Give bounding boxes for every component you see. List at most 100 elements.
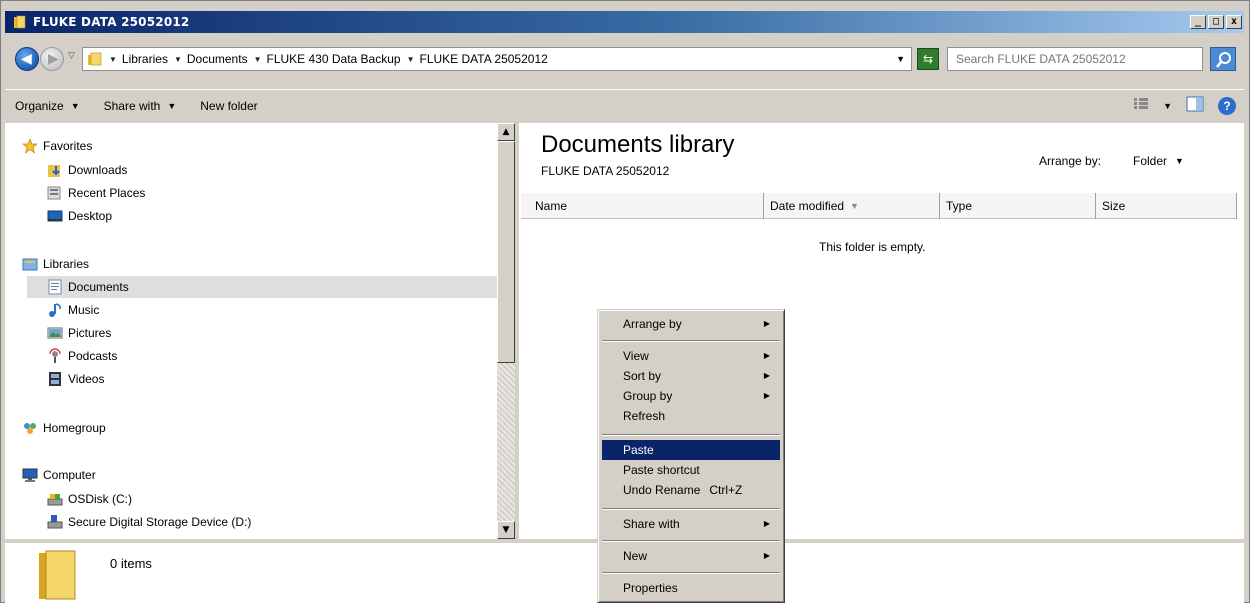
- submenu-arrow-icon: ▶: [763, 351, 770, 360]
- removable-drive-icon: [47, 514, 63, 530]
- close-button[interactable]: x: [1226, 15, 1242, 29]
- chevron-down-icon: ▼: [70, 100, 80, 111]
- nav-computer[interactable]: Computer: [22, 464, 96, 486]
- nav-osdisk[interactable]: OSDisk (C:): [47, 488, 132, 510]
- minimize-button[interactable]: _: [1190, 15, 1206, 29]
- item-count: 0 items: [110, 556, 152, 571]
- navigation-pane: Favorites Downloads Recent Places Deskto…: [5, 123, 497, 539]
- search-icon: [1216, 52, 1231, 68]
- address-bar[interactable]: ▼ Libraries ▼ Documents ▼ FLUKE 430 Data Ba…: [82, 47, 912, 71]
- title-bar[interactable]: FLUKE DATA 25052012 _ □ x: [5, 11, 1244, 33]
- library-title: Documents library: [541, 131, 735, 158]
- nav-libraries[interactable]: Libraries: [22, 253, 89, 275]
- menu-item-refresh[interactable]: Refresh: [602, 406, 780, 426]
- forward-arrow-icon: ▶: [48, 51, 59, 67]
- nav-music[interactable]: Music: [47, 299, 99, 321]
- nav-downloads[interactable]: Downloads: [47, 159, 127, 181]
- column-type[interactable]: Type: [940, 193, 1096, 219]
- chevron-down-icon: ▼: [1175, 156, 1184, 166]
- menu-separator: [602, 540, 780, 542]
- nav-documents[interactable]: Documents: [27, 276, 497, 298]
- videos-icon: [47, 371, 63, 387]
- library-subtitle: FLUKE DATA 25052012: [541, 164, 670, 178]
- preview-pane-icon[interactable]: [1186, 96, 1204, 115]
- menu-item-new[interactable]: New ▶: [602, 546, 780, 566]
- view-options-icon[interactable]: [1133, 97, 1149, 114]
- pictures-icon: [47, 325, 63, 341]
- nav-favorites[interactable]: Favorites: [22, 135, 92, 157]
- nav-homegroup[interactable]: Homegroup: [22, 417, 106, 439]
- organize-menu[interactable]: Organize ▼: [15, 99, 80, 113]
- nav-videos[interactable]: Videos: [47, 368, 104, 390]
- submenu-arrow-icon: ▶: [763, 519, 770, 528]
- scroll-thumb[interactable]: [497, 141, 515, 363]
- sort-descending-icon: ▼: [850, 201, 859, 211]
- refresh-icon: ⇆: [922, 52, 934, 66]
- homegroup-icon: [22, 420, 38, 436]
- chevron-right-icon[interactable]: ▼: [174, 55, 182, 64]
- share-with-menu[interactable]: Share with ▼: [104, 99, 177, 113]
- menu-separator: [602, 508, 780, 510]
- chevron-right-icon[interactable]: ▼: [407, 55, 415, 64]
- breadcrumb-documents[interactable]: ▼ Documents: [174, 52, 248, 66]
- view-options-dropdown[interactable]: ▼: [1163, 101, 1172, 111]
- arrange-by-label: Arrange by:: [1039, 154, 1102, 168]
- nav-podcasts[interactable]: Podcasts: [47, 345, 117, 367]
- column-header: Name Date modified ▼ Type Size: [521, 193, 1237, 219]
- nav-sd-device[interactable]: Secure Digital Storage Device (D:): [47, 511, 251, 533]
- menu-item-paste-shortcut[interactable]: Paste shortcut: [602, 460, 780, 480]
- folder-icon: [37, 549, 77, 604]
- context-menu: Arrange by ▶ View ▶ Sort by ▶ Group by ▶ Ref…: [597, 309, 785, 603]
- search-input[interactable]: [947, 47, 1203, 71]
- arrange-by-dropdown[interactable]: Folder ▼: [1133, 154, 1184, 168]
- back-button[interactable]: ◀: [15, 47, 39, 71]
- address-history-dropdown[interactable]: ▼: [896, 54, 905, 64]
- menu-item-undo-rename[interactable]: Undo Rename Ctrl+Z: [602, 480, 780, 500]
- folder-icon: [87, 52, 103, 66]
- menu-item-share-with[interactable]: Share with ▶: [602, 514, 780, 534]
- menu-item-group-by[interactable]: Group by ▶: [602, 386, 780, 406]
- command-bar: Organize ▼ Share with ▼ New folder ▼ ?: [5, 89, 1244, 121]
- submenu-arrow-icon: ▶: [763, 371, 770, 380]
- menu-item-sort-by[interactable]: Sort by ▶: [602, 366, 780, 386]
- menu-item-paste[interactable]: Paste: [602, 440, 780, 460]
- menu-separator: [602, 434, 780, 436]
- help-icon[interactable]: ?: [1218, 96, 1236, 115]
- column-date-modified[interactable]: Date modified ▼: [764, 193, 940, 219]
- refresh-button[interactable]: ⇆: [917, 48, 939, 70]
- address-row: ◀ ▶ ▽ ▼ Libraries ▼ Documents ▼ FLUKE 430 D…: [5, 35, 1244, 83]
- documents-icon: [47, 279, 63, 295]
- chevron-right-icon[interactable]: ▼: [109, 55, 117, 64]
- menu-item-properties[interactable]: Properties: [602, 578, 780, 598]
- downloads-icon: [47, 162, 63, 178]
- submenu-arrow-icon: ▶: [763, 551, 770, 560]
- music-icon: [47, 302, 63, 318]
- new-folder-button[interactable]: New folder: [200, 99, 257, 113]
- column-name[interactable]: Name: [521, 193, 764, 219]
- recent-pages-dropdown[interactable]: ▽: [68, 51, 75, 61]
- folder-icon: [13, 15, 27, 29]
- search-button[interactable]: [1210, 47, 1236, 71]
- forward-button[interactable]: ▶: [40, 47, 64, 71]
- desktop-icon: [47, 208, 63, 224]
- menu-item-arrange-by[interactable]: Arrange by ▶: [602, 314, 780, 334]
- nav-pictures[interactable]: Pictures: [47, 322, 111, 344]
- column-size[interactable]: Size: [1096, 193, 1237, 219]
- nav-desktop[interactable]: Desktop: [47, 205, 112, 227]
- maximize-button[interactable]: □: [1208, 15, 1224, 29]
- scroll-down-button[interactable]: ▼: [497, 521, 515, 539]
- scroll-up-button[interactable]: ▲: [497, 123, 515, 141]
- breadcrumb-current[interactable]: ▼ FLUKE DATA 25052012: [407, 52, 548, 66]
- chevron-right-icon[interactable]: ▼: [254, 55, 262, 64]
- computer-icon: [22, 467, 38, 483]
- breadcrumb-libraries[interactable]: ▼ Libraries: [109, 52, 168, 66]
- submenu-arrow-icon: ▶: [763, 391, 770, 400]
- window-title: FLUKE DATA 25052012: [33, 15, 190, 29]
- breadcrumb-fluke-backup[interactable]: ▼ FLUKE 430 Data Backup: [254, 52, 401, 66]
- submenu-arrow-icon: ▶: [763, 319, 770, 328]
- navigation-scrollbar[interactable]: ▲ ▼: [497, 123, 515, 539]
- menu-item-view[interactable]: View ▶: [602, 346, 780, 366]
- nav-recent-places[interactable]: Recent Places: [47, 182, 145, 204]
- chevron-down-icon: ▼: [167, 100, 177, 111]
- star-icon: [22, 138, 38, 154]
